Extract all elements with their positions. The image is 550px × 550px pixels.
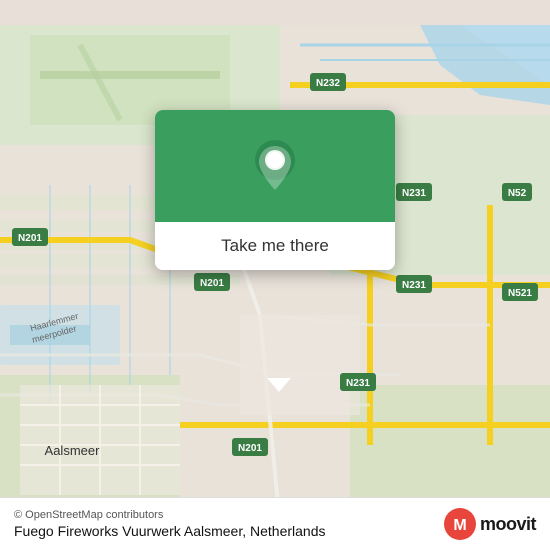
moovit-icon: M	[444, 508, 476, 540]
bottom-bar: © OpenStreetMap contributors Fuego Firew…	[0, 497, 550, 550]
popup-green-section	[155, 110, 395, 222]
osm-attribution: © OpenStreetMap contributors	[14, 509, 326, 521]
svg-text:N231: N231	[346, 378, 370, 389]
svg-text:N201: N201	[200, 278, 224, 289]
svg-text:M: M	[453, 517, 466, 534]
svg-text:N521: N521	[508, 288, 532, 299]
moovit-text: moovit	[480, 514, 536, 535]
map-container: N232 N232 N201 N201 N201 N231 N231 N231 …	[0, 0, 550, 550]
svg-text:N232: N232	[316, 78, 340, 89]
moovit-logo: M moovit	[444, 508, 536, 540]
svg-text:N201: N201	[18, 233, 42, 244]
location-pin-icon	[250, 138, 300, 198]
svg-text:N231: N231	[402, 188, 426, 199]
svg-text:Aalsmeer: Aalsmeer	[45, 443, 101, 458]
popup-card: Take me there	[155, 110, 395, 270]
map-background: N232 N232 N201 N201 N201 N231 N231 N231 …	[0, 0, 550, 550]
svg-text:N231: N231	[402, 280, 426, 291]
popup-pointer	[267, 378, 291, 392]
svg-text:N52: N52	[508, 188, 527, 199]
take-me-there-button[interactable]: Take me there	[221, 236, 329, 256]
place-name: Fuego Fireworks Vuurwerk Aalsmeer, Nethe…	[14, 523, 326, 539]
popup-button-section[interactable]: Take me there	[155, 222, 395, 270]
bottom-bar-left: © OpenStreetMap contributors Fuego Firew…	[14, 509, 326, 539]
svg-text:N201: N201	[238, 443, 262, 454]
